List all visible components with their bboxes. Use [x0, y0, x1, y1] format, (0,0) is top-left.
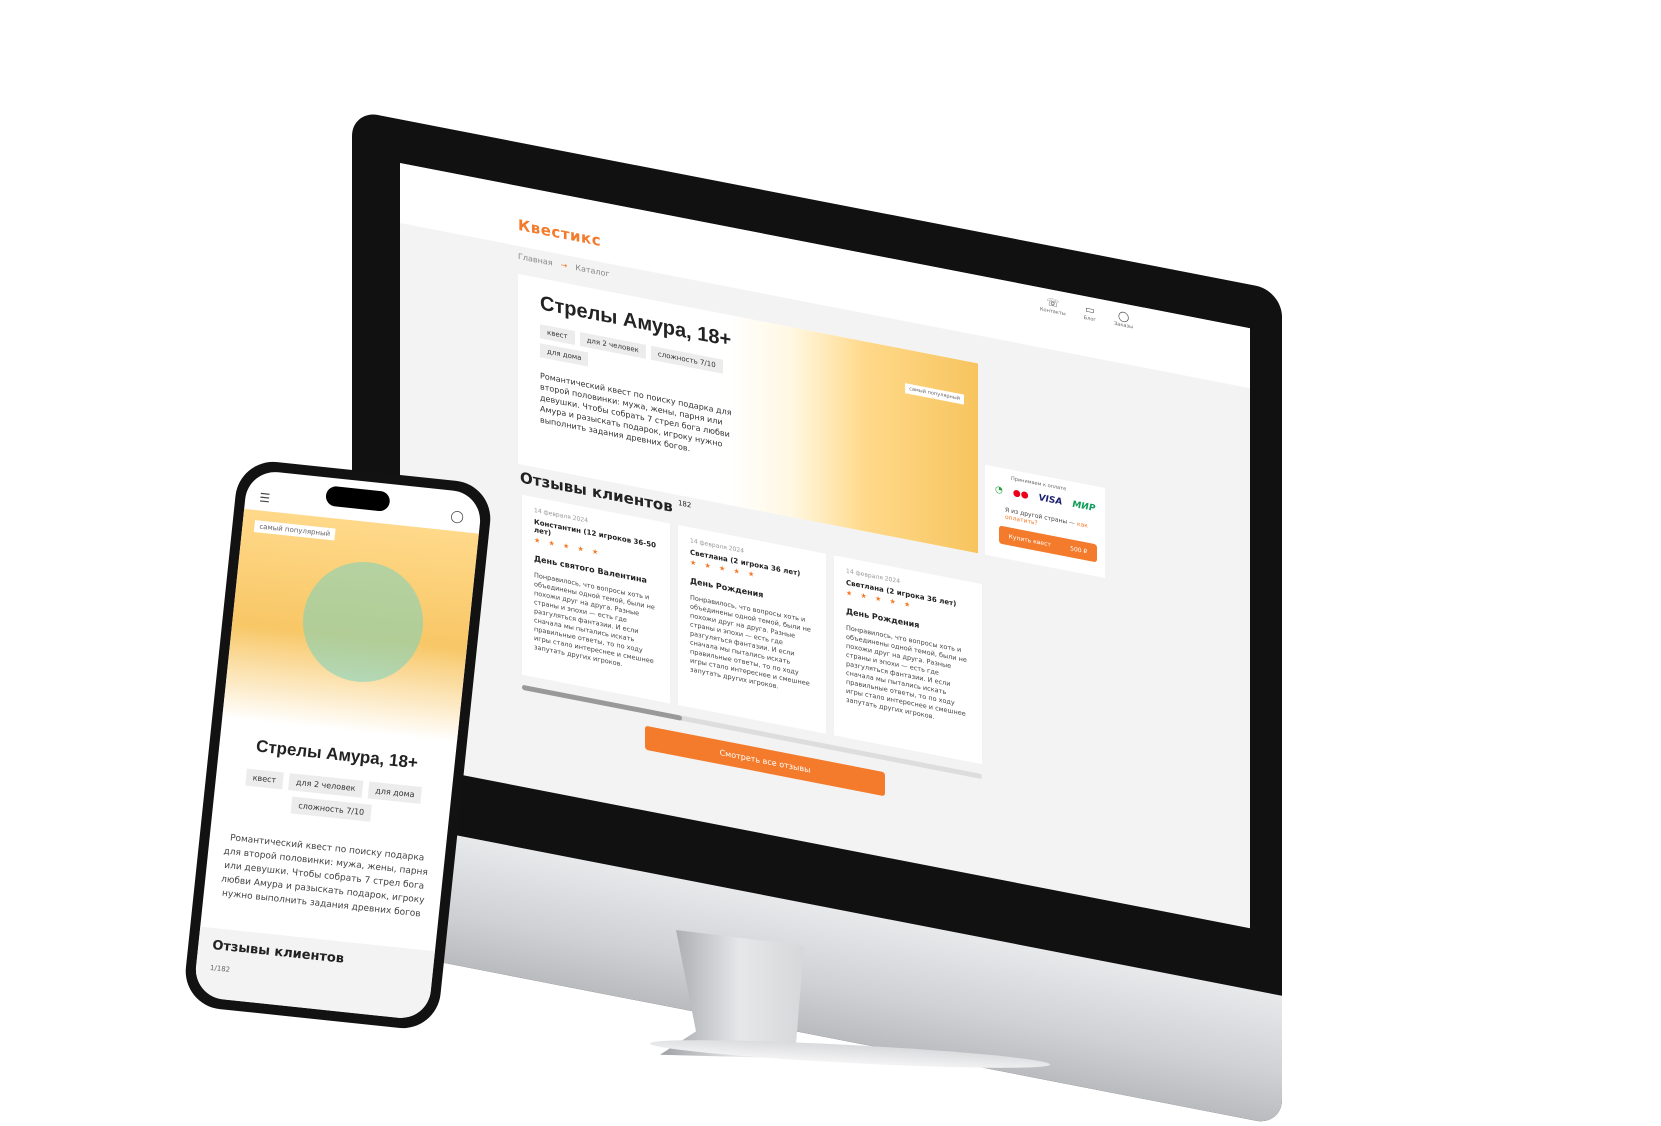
quest-tag: квест [540, 324, 575, 345]
phone-notch [324, 485, 391, 513]
quest-tag: сложность 7/10 [650, 345, 723, 374]
review-card: 14 февраля 2024 Светлана (2 игрока 36 ле… [678, 525, 826, 734]
mobile-quest-tags: квест для 2 человек для дома сложность 7… [233, 768, 432, 828]
mobile-quest-tag: сложность 7/10 [290, 796, 372, 822]
reviews-count: 182 [677, 499, 692, 510]
header-blog-label: Блог [1083, 314, 1097, 324]
mobile-quest-tag: для дома [367, 781, 423, 804]
mobile-quest-tag: квест [244, 768, 285, 790]
quest-tag: для 2 человек [579, 331, 646, 359]
quest-tag: для дома [540, 343, 589, 367]
buy-price: 500 ₽ [1070, 544, 1088, 556]
mir-logo: МИР [1072, 499, 1096, 515]
review-card: 14 февраля 2024 Светлана (2 игрока 36 ле… [834, 555, 982, 765]
mobile-quest-description: Романтический квест по поиску подарка дл… [220, 833, 429, 920]
breadcrumb-catalog[interactable]: Каталог [575, 263, 609, 279]
header-blog[interactable]: ▭ Блог [1084, 304, 1096, 323]
review-text: Понравилось, что вопросы хоть и объедине… [534, 571, 655, 669]
mobile-reviews-section: Отзывы клиентов 1/182 [192, 926, 435, 1021]
breadcrumb-home[interactable]: Главная [518, 252, 553, 268]
mastercard-icon: ●● [1012, 488, 1029, 502]
mobile-illustration-wing [297, 555, 429, 688]
header-contacts-label: Контакты [1040, 306, 1066, 318]
review-text: Понравилось, что вопросы хоть и объедине… [846, 623, 967, 721]
mobile-reviews-counter: 1/182 [209, 963, 231, 974]
sber-icon: ◔ [995, 484, 1003, 497]
user-icon[interactable]: ◯ [450, 509, 465, 524]
review-card: 14 февраля 2024 Константин (12 игроков 3… [522, 494, 670, 704]
breadcrumb-separator: → [560, 260, 568, 271]
buy-label: Купить квест [1008, 532, 1051, 549]
header-orders-label: Заказы [1114, 320, 1134, 331]
popular-badge: самый популярный [905, 383, 964, 405]
review-text: Понравилось, что вопросы хоть и объедине… [690, 593, 811, 691]
phone-screen: ☰ ◯ самый популярный Стрелы Амура, 18+ к… [192, 469, 484, 1021]
mobile-reviews-title: Отзывы клиентов [211, 938, 345, 967]
payment-card: Принимаем к оплате ◔ ●● VISA МИР Я из др… [985, 464, 1105, 579]
mobile-quest-tag: для 2 человек [288, 773, 364, 798]
header-orders[interactable]: ◯ Заказы [1114, 310, 1133, 331]
site-logo[interactable]: Квестикс [518, 216, 601, 250]
mobile-quest-illustration [222, 508, 479, 743]
hamburger-menu-icon[interactable]: ☰ [259, 490, 271, 505]
visa-logo: VISA [1038, 493, 1063, 508]
header-contacts[interactable]: ☏ Контакты [1040, 295, 1066, 318]
quest-illustration: самый популярный [728, 314, 978, 554]
